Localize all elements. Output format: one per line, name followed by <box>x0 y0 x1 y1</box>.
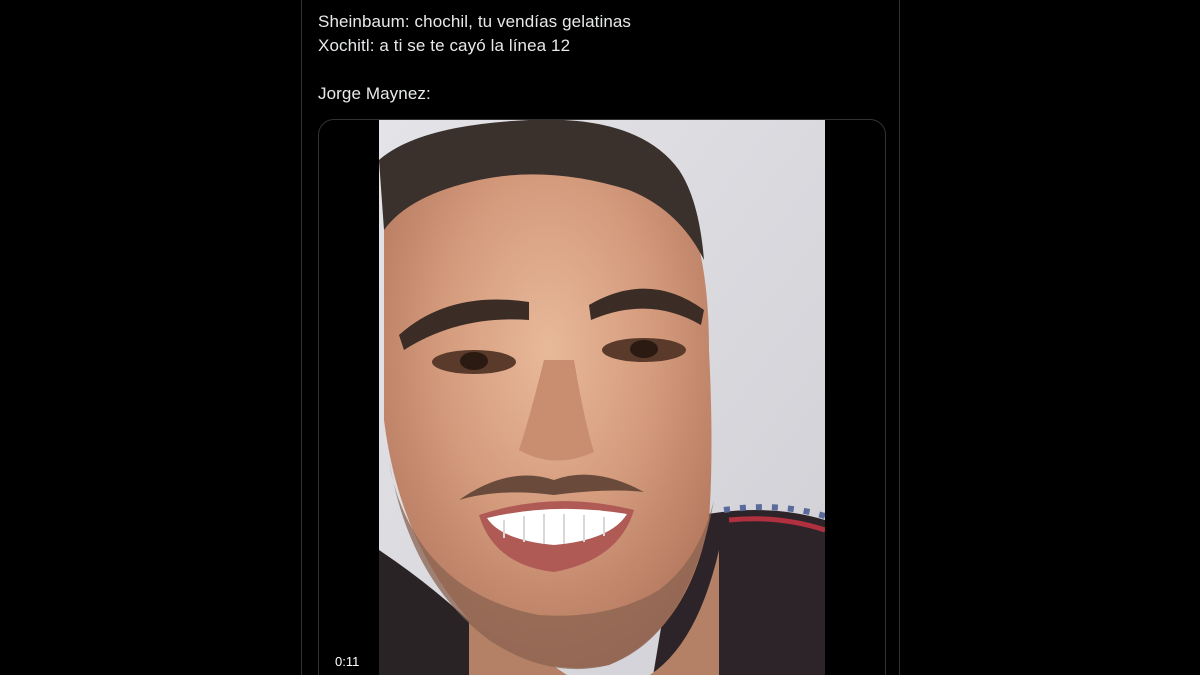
tweet-line <box>318 58 878 82</box>
tweet-line: Xochitl: a ti se te cayó la línea 12 <box>318 36 571 55</box>
video-player[interactable]: 0:11 <box>318 119 886 675</box>
tweet-line: Jorge Maynez: <box>318 84 431 103</box>
man-face-image <box>379 120 825 675</box>
page: Sheinbaum: chochil, tu vendías gelatinas… <box>0 0 1200 675</box>
video-elapsed-time: 0:11 <box>329 653 366 671</box>
tweet-text: Sheinbaum: chochil, tu vendías gelatinas… <box>318 10 878 106</box>
tweet-line: Sheinbaum: chochil, tu vendías gelatinas <box>318 12 632 31</box>
video-thumbnail[interactable] <box>379 120 825 675</box>
tweet-column: Sheinbaum: chochil, tu vendías gelatinas… <box>301 0 900 675</box>
